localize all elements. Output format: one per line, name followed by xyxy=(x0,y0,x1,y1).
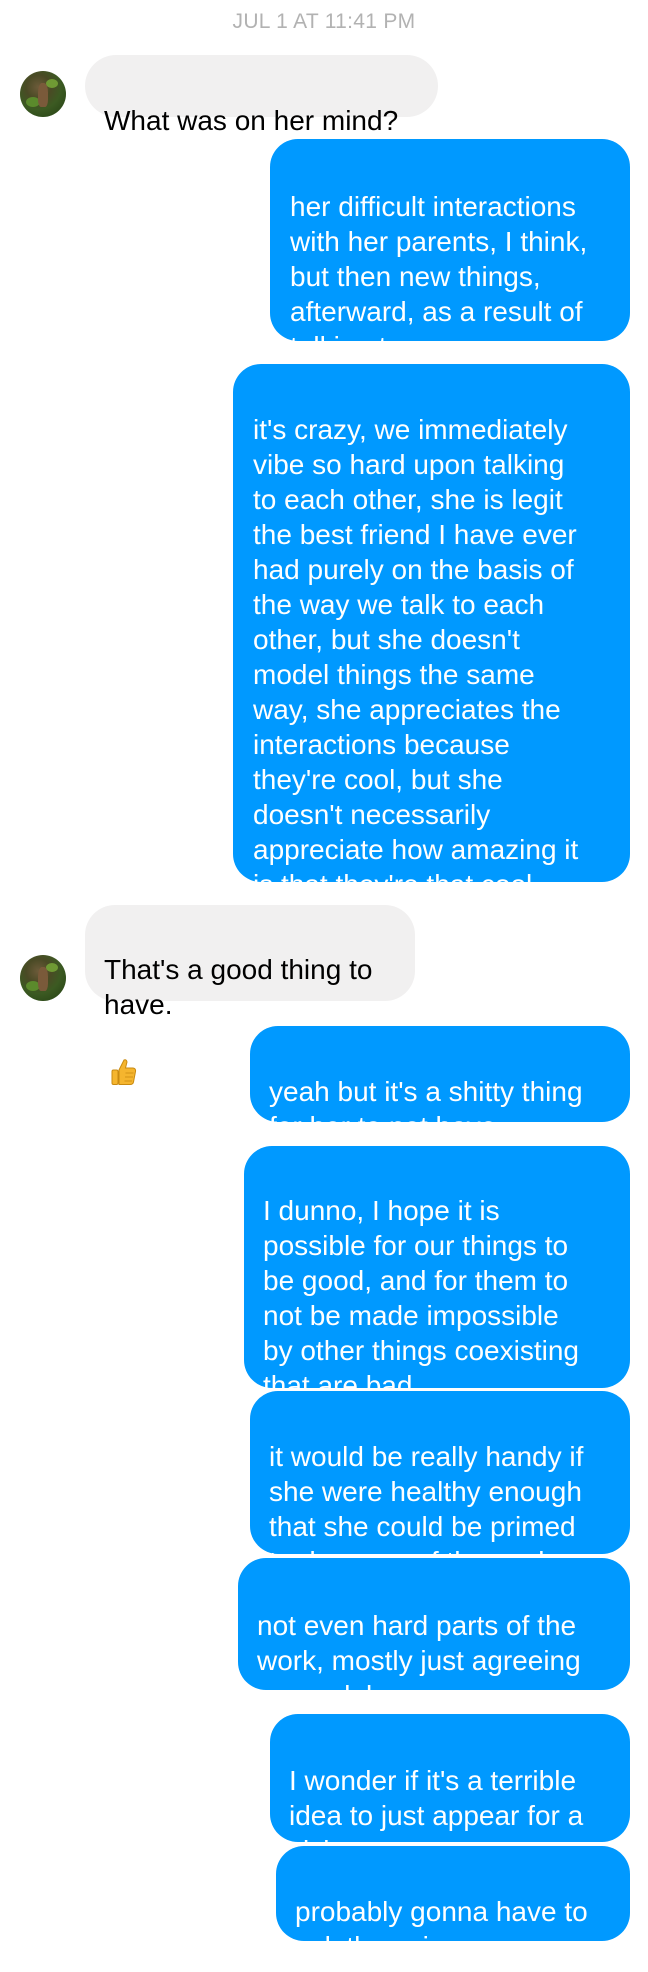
message-text: I dunno, I hope it is possible for our t… xyxy=(263,1195,579,1401)
outgoing-message-bubble[interactable]: yeah but it's a shitty thing for her to … xyxy=(250,1026,630,1142)
message-text: yeah but it's a shitty thing for her to … xyxy=(269,1076,583,1142)
outgoing-message-bubble[interactable]: I dunno, I hope it is possible for our t… xyxy=(244,1146,630,1401)
outgoing-message-bubble[interactable]: probably gonna have to ask the coin xyxy=(276,1846,630,1962)
incoming-message-bubble[interactable]: What was on her mind? xyxy=(85,55,438,136)
message-timestamp: JUL 1 AT 11:41 PM xyxy=(232,10,416,33)
outgoing-message-bubble[interactable]: it would be really handy if she were hea… xyxy=(250,1391,630,1577)
message-text: not even hard parts of the work, mostly … xyxy=(257,1610,581,1711)
message-text: her difficult interactions with her pare… xyxy=(290,191,588,362)
message-text: it would be really handy if she were hea… xyxy=(269,1441,584,1577)
outgoing-message-bubble[interactable]: I wonder if it's a terrible idea to just… xyxy=(270,1714,630,1866)
message-text: probably gonna have to ask the coin xyxy=(295,1896,588,1962)
outgoing-message-bubble[interactable]: it's crazy, we immediately vibe so hard … xyxy=(233,364,630,900)
message-text: it's crazy, we immediately vibe so hard … xyxy=(253,414,579,900)
outgoing-message-bubble[interactable]: not even hard parts of the work, mostly … xyxy=(238,1558,630,1711)
incoming-message-bubble[interactable]: That's a good thing to have. xyxy=(85,905,415,1085)
outgoing-message-bubble[interactable]: her difficult interactions with her pare… xyxy=(270,139,630,362)
thumbs-up-icon xyxy=(108,1022,138,1095)
message-text: What was on her mind? xyxy=(104,105,399,136)
message-text: That's a good thing to have. xyxy=(104,954,373,1020)
contact-avatar[interactable] xyxy=(20,955,66,1001)
contact-avatar[interactable] xyxy=(20,71,66,117)
